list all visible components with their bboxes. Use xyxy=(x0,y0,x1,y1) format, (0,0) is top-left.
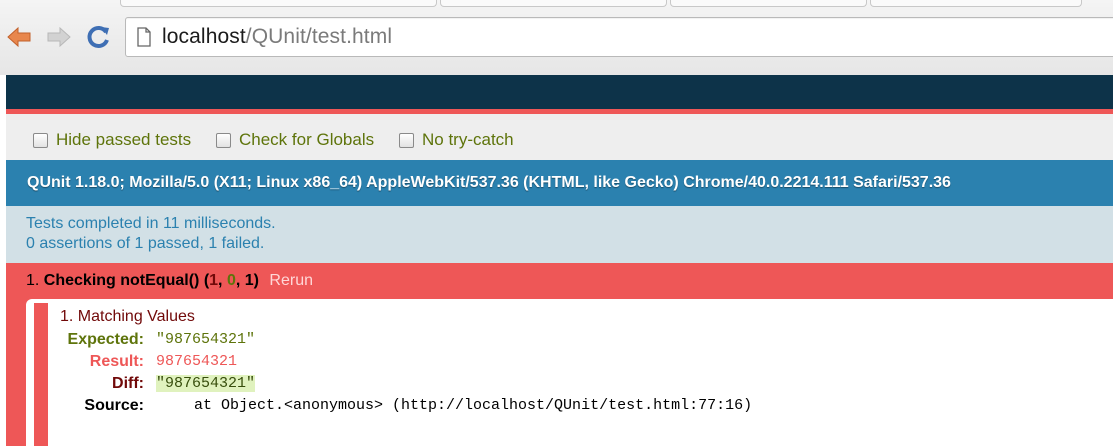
failed-count: 1 xyxy=(209,272,219,289)
reload-button[interactable] xyxy=(86,24,112,50)
hide-passed-label: Hide passed tests xyxy=(56,130,192,149)
url-text: localhost/QUnit/test.html xyxy=(162,25,392,49)
rerun-link[interactable]: Rerun xyxy=(269,272,313,289)
summary-time: Tests completed in 11 milliseconds. xyxy=(26,215,276,232)
back-arrow-icon xyxy=(7,26,31,48)
user-agent-bar: QUnit 1.18.0; Mozilla/5.0 (X11; Linux x8… xyxy=(6,160,1113,206)
source-value: at Object.<anonymous> (http://localhost/… xyxy=(194,397,753,414)
forward-arrow-icon xyxy=(47,26,71,48)
check-globals-checkbox[interactable] xyxy=(216,132,231,148)
page-icon xyxy=(137,27,151,47)
check-globals-option[interactable]: Check for Globals xyxy=(216,130,374,150)
test-summary: Tests completed in 11 milliseconds. 0 as… xyxy=(6,206,1113,263)
no-try-catch-label: No try-catch xyxy=(422,130,514,149)
expected-label: Expected: xyxy=(67,331,144,348)
qunit-page: Hide passed tests Check for Globals No t… xyxy=(6,75,1113,446)
hide-passed-option[interactable]: Hide passed tests xyxy=(33,130,191,150)
reload-icon xyxy=(87,26,109,48)
assertion-title: 1. Matching Values xyxy=(60,308,195,325)
browser-toolbar: localhost/QUnit/test.html xyxy=(0,0,1113,75)
hide-passed-checkbox[interactable] xyxy=(33,132,48,148)
check-globals-label: Check for Globals xyxy=(239,130,375,149)
qunit-header xyxy=(6,75,1113,109)
diff-value: "987654321" xyxy=(156,375,256,392)
forward-button[interactable] xyxy=(46,24,72,50)
test-item-failed: 1. Checking notEqual() (1, 0, 1) Rerun 1… xyxy=(6,263,1113,446)
test-number: 1. xyxy=(26,272,40,289)
tab-strip xyxy=(0,0,1113,7)
test-name: Checking notEqual() xyxy=(43,272,200,289)
source-label: Source: xyxy=(84,397,144,414)
url-path: /QUnit/test.html xyxy=(245,25,393,48)
no-try-catch-option[interactable]: No try-catch xyxy=(399,130,514,150)
back-button[interactable] xyxy=(6,24,32,50)
test-title[interactable]: 1. Checking notEqual() (1, 0, 1) Rerun xyxy=(26,272,313,290)
assertion-list: 1. Matching Values Expected: "987654321"… xyxy=(26,299,1113,446)
result-value: 987654321 xyxy=(156,353,238,370)
result-label: Result: xyxy=(89,353,144,370)
no-try-catch-checkbox[interactable] xyxy=(399,132,414,148)
qunit-toolbar: Hide passed tests Check for Globals No t… xyxy=(6,114,1113,160)
diff-label: Diff: xyxy=(112,375,144,392)
expected-value: "987654321" xyxy=(156,331,256,348)
diff-inserted: "987654321" xyxy=(156,375,256,392)
url-host: localhost xyxy=(162,25,246,48)
address-bar[interactable]: localhost/QUnit/test.html xyxy=(125,17,1113,57)
total-count: 1 xyxy=(244,272,254,289)
passed-count: 0 xyxy=(226,272,236,289)
test-counts: (1, 0, 1) xyxy=(203,272,259,289)
summary-counts: 0 assertions of 1 passed, 1 failed. xyxy=(26,235,265,252)
